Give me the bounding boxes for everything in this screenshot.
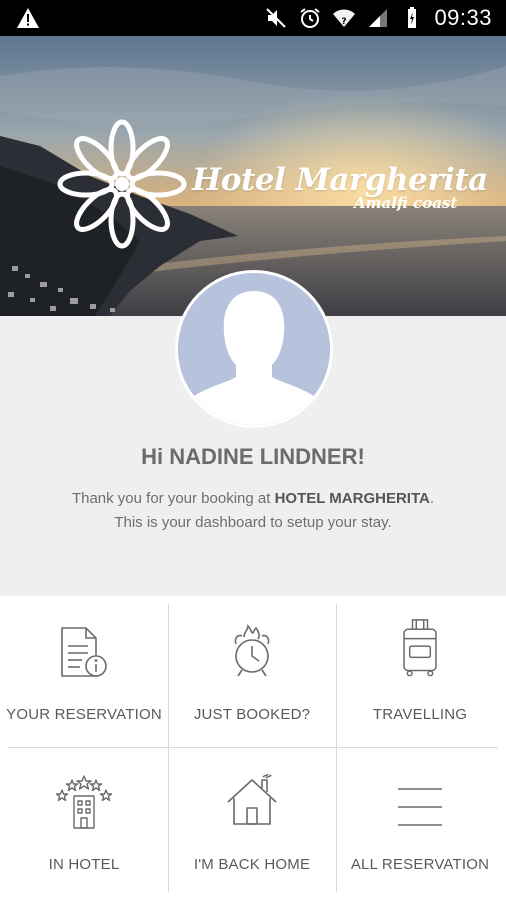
hotel-brand-name: Hotel Margherita	[192, 162, 488, 198]
warning-icon	[17, 8, 39, 28]
house-icon	[227, 774, 277, 825]
status-bar: ? 09:33	[0, 0, 506, 36]
tile-in-hotel[interactable]: IN HOTEL	[0, 748, 168, 898]
tile-your-reservation[interactable]: YOUR RESERVATION	[0, 596, 168, 746]
avatar[interactable]	[175, 270, 333, 428]
document-info-icon	[61, 627, 107, 677]
tile-label: TRAVELLING	[372, 706, 468, 723]
hotel-brand-subtitle: Amalfi coast	[354, 194, 458, 212]
message-line2: This is your dashboard to setup your sta…	[114, 514, 392, 531]
tile-back-home[interactable]: I'M BACK HOME	[168, 748, 336, 898]
signal-icon	[369, 9, 388, 27]
greeting-heading: Hi NADINE LINDNER!	[141, 444, 365, 469]
tile-label: JUST BOOKED?	[193, 706, 311, 723]
menu-lines-icon	[398, 788, 442, 826]
welcome-message: Thank you for your booking at HOTEL MARG…	[0, 487, 506, 535]
mute-icon	[266, 8, 287, 28]
tile-label: I'M BACK HOME	[193, 856, 311, 873]
tile-travelling[interactable]: TRAVELLING	[336, 596, 504, 746]
message-suffix: .	[429, 490, 435, 507]
battery-charging-icon	[408, 7, 417, 28]
suitcase-icon	[403, 619, 437, 677]
default-avatar-silhouette	[178, 273, 330, 425]
hotel-stars-icon	[55, 775, 113, 829]
alarm-icon	[300, 8, 321, 28]
daisy-flower-icon	[57, 119, 187, 249]
dashboard-menu-grid: YOUR RESERVATION JUST BOOKED? TRAVELLING…	[0, 596, 506, 900]
tile-label: IN HOTEL	[48, 856, 120, 873]
clock-time: 09:33	[434, 5, 492, 30]
hotel-name-bold: HOTEL MARGHERITA	[274, 490, 430, 507]
message-prefix: Thank you for your booking at	[71, 490, 275, 507]
svg-text:?: ?	[342, 17, 347, 27]
tile-all-reservation[interactable]: ALL RESERVATION	[336, 748, 504, 898]
wifi-icon: ?	[333, 9, 356, 27]
status-icons: ? 09:33	[264, 5, 492, 31]
alarm-clock-fire-icon	[234, 624, 270, 677]
person-silhouette-icon	[178, 273, 330, 425]
app-screen: ? 09:33 Hotel Margherita Amalfi coast Hi…	[0, 0, 506, 900]
tile-just-booked[interactable]: JUST BOOKED?	[168, 596, 336, 746]
tile-label: ALL RESERVATION	[350, 856, 490, 873]
tile-label: YOUR RESERVATION	[6, 706, 162, 723]
